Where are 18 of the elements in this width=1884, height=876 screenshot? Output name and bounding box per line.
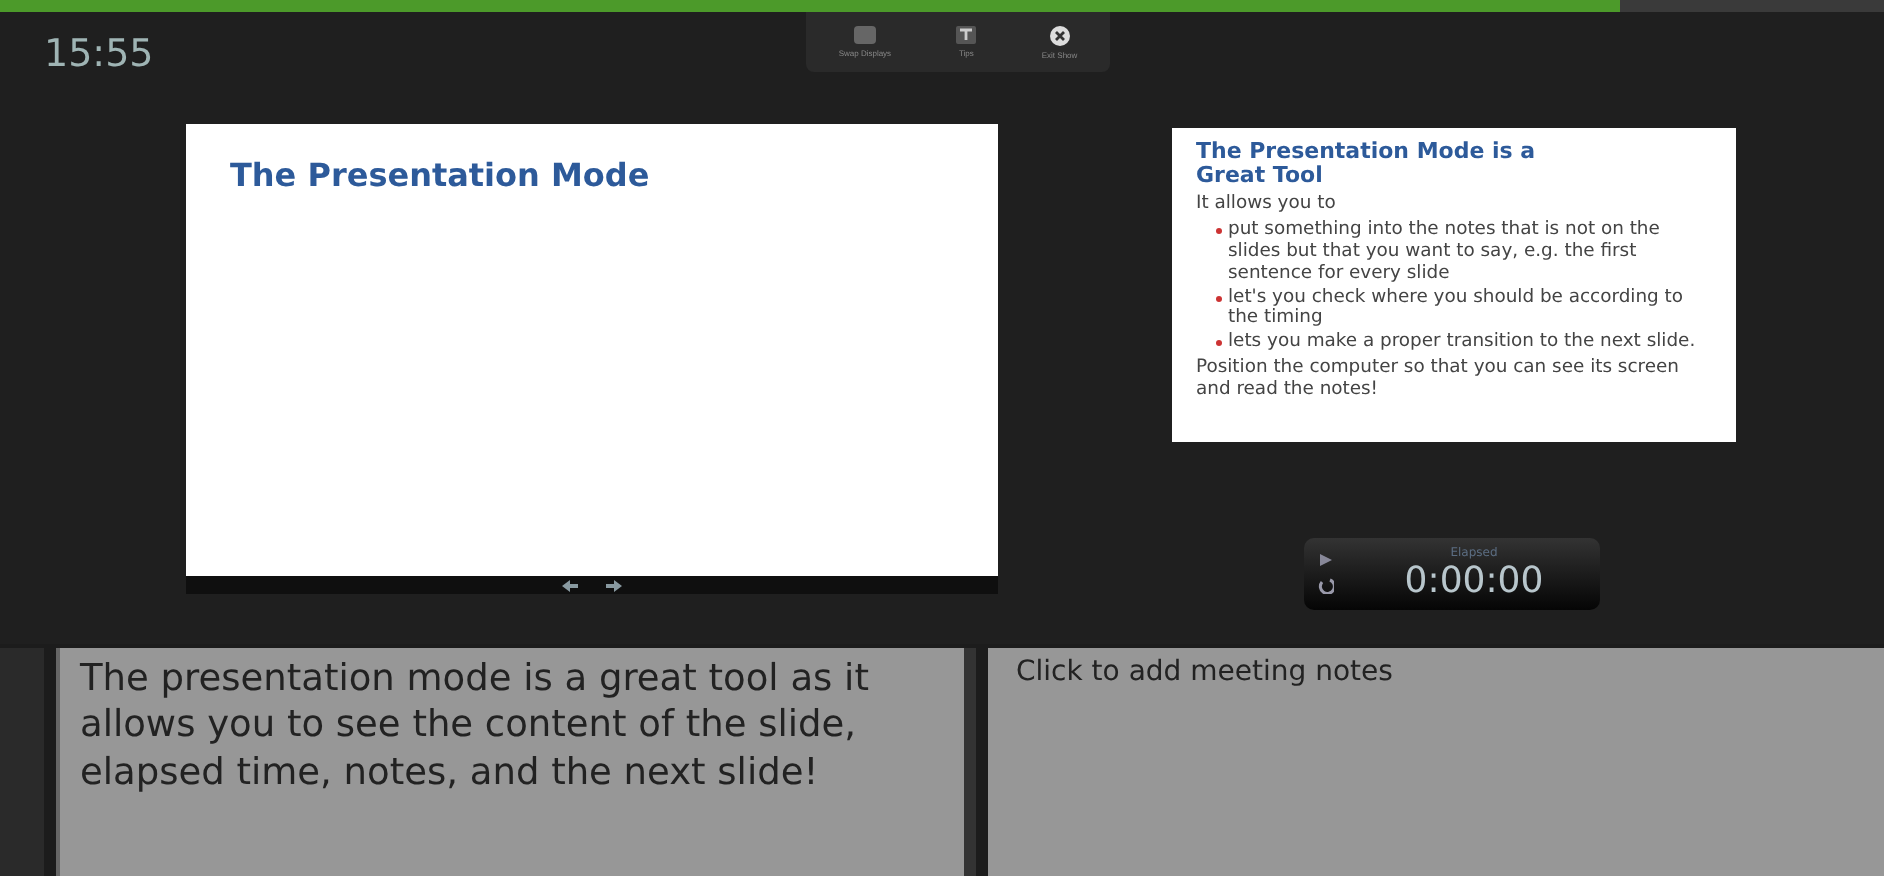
next-slide-bullet: lets you make a proper transition to the next slide. [1228, 332, 1696, 355]
next-slide-title: The Presentation Mode is a Great Tool [1196, 140, 1538, 189]
bullet-icon [1216, 340, 1222, 347]
clock: 15:55 [44, 32, 154, 76]
play-icon[interactable] [1320, 554, 1332, 566]
previous-arrow-icon[interactable] [562, 579, 578, 591]
reset-icon[interactable] [1318, 578, 1334, 594]
speaker-notes[interactable]: The presentation mode is a great tool as it allows you to see the content of the slide, elapsed time, notes, and the next slide! [56, 648, 976, 876]
bullet-icon [1216, 295, 1222, 302]
next-arrow-icon[interactable] [606, 579, 622, 591]
slide-title: The Presentation Mode [230, 156, 652, 194]
next-slide-closing: Position the computer so that you can see its screen and read the notes! [1196, 358, 1681, 402]
next-slide-intro: It allows you to [1196, 194, 1338, 217]
elapsed-time: 0:00:00 [1402, 560, 1546, 602]
close-icon [1049, 25, 1070, 45]
screen-icon [853, 26, 876, 44]
tips-icon [956, 26, 977, 44]
bullet-icon [1216, 228, 1222, 235]
